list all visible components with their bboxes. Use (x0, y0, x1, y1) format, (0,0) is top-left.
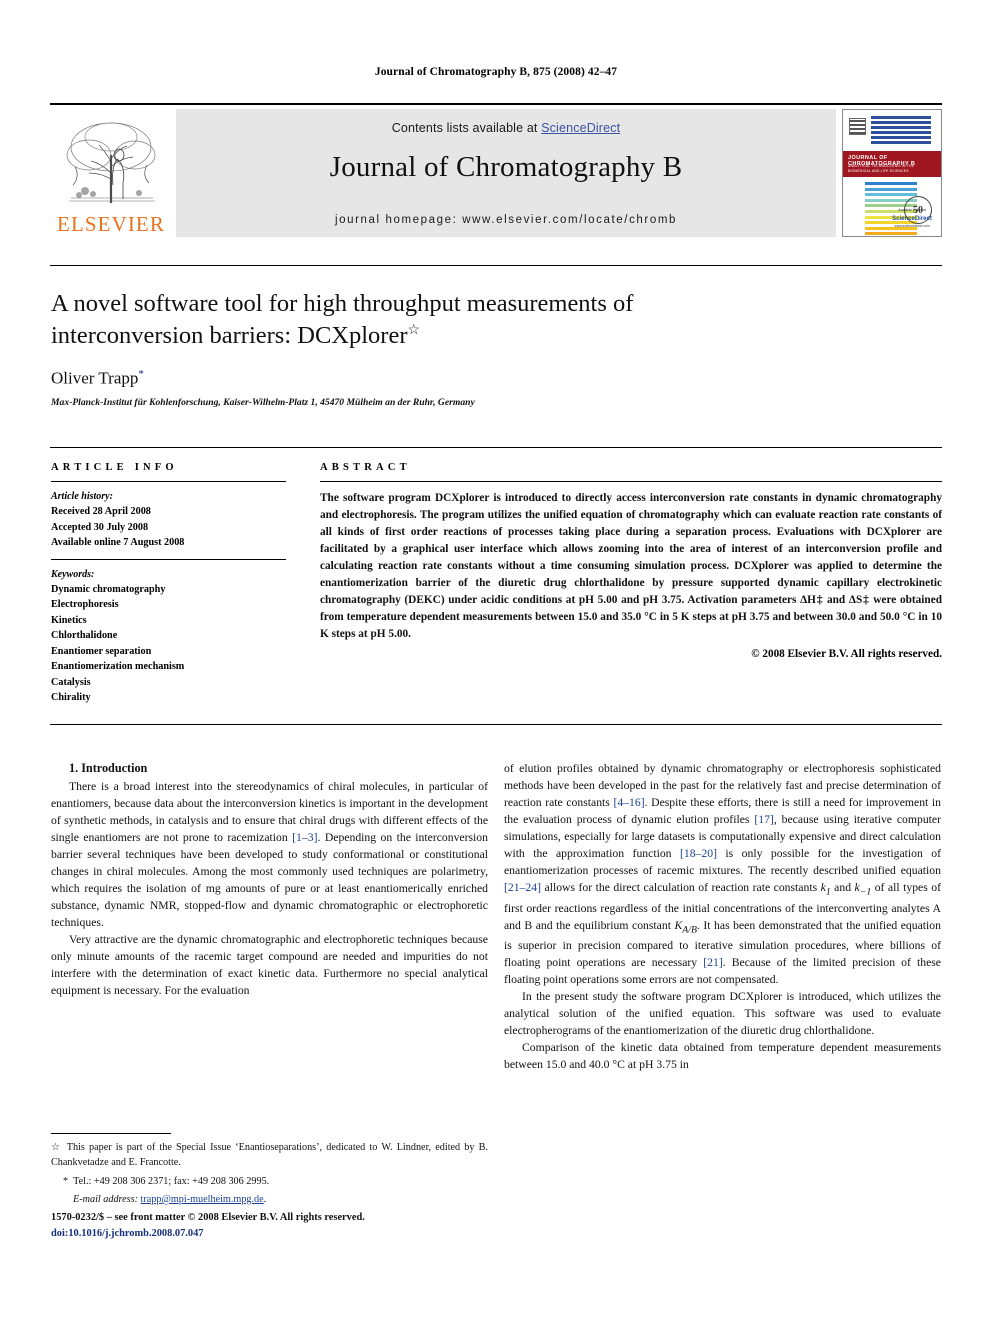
keyword-item: Dynamic chromatography (51, 583, 166, 595)
history-item: Received 28 April 2008 (51, 506, 151, 518)
author-name: Oliver Trapp* (51, 368, 144, 389)
cover-title-band: JOURNAL OF CHROMATOGRAPHY B ANALYTICAL T… (843, 151, 941, 177)
body-paragraph: In the present study the software progra… (504, 990, 941, 1038)
cover-foot-brand: ScienceDirect (892, 216, 932, 223)
keywords-rule (51, 558, 286, 560)
body-paragraph: There is a broad interest into the stere… (51, 779, 488, 929)
footnote-marker-asterisk: * (63, 1175, 69, 1187)
footnote-corresponding-author: * Tel.: +49 208 306 2371; fax: +49 208 30… (51, 1174, 488, 1189)
info-divider-top (50, 447, 942, 448)
cover-sciencedirect-footer: Available online at ScienceDirect www.sc… (889, 208, 935, 230)
contents-available-line: Contents lists available at ScienceDirec… (176, 121, 836, 135)
inline-variable: k−1 (854, 881, 872, 898)
article-info-heading: ARTICLE INFO (51, 462, 178, 473)
contents-prefix: Contents lists available at (391, 121, 542, 135)
footnote-marker-star: ☆ (51, 1142, 62, 1153)
citation-link[interactable]: [17] (754, 813, 773, 826)
imprint-block: 1570-0232/$ – see front matter © 2008 El… (51, 1210, 551, 1241)
elsevier-tree-icon (55, 115, 167, 213)
info-divider-bottom (50, 724, 942, 725)
email-address-label: E-mail address: (73, 1193, 138, 1205)
abstract-rule (320, 481, 942, 482)
journal-masthead: ELSEVIER Contents lists available at Sci… (50, 103, 942, 238)
running-head: Journal of Chromatography B, 875 (2008) … (374, 66, 618, 78)
inline-variable: KA/B (674, 918, 697, 935)
keywords-block: Keywords: Dynamic chromatography Electro… (51, 567, 286, 706)
abstract-copyright: © 2008 Elsevier B.V. All rights reserved… (751, 648, 942, 661)
elsevier-logo: ELSEVIER (50, 109, 172, 237)
keyword-item: Electrophoresis (51, 599, 119, 611)
abstract-text: The software program DCXplorer is introd… (320, 492, 942, 640)
footnote-email-line: E-mail address: trapp@mpi-muelheim.mpg.d… (51, 1192, 488, 1207)
section-heading-introduction: 1. Introduction (69, 761, 148, 775)
title-divider (50, 265, 942, 266)
inline-variable: k1 (820, 881, 831, 898)
body-paragraph: Very attractive are the dynamic chromato… (51, 932, 488, 997)
keyword-item: Chlorthalidone (51, 630, 118, 642)
abstract-column: ABSTRACT The software program DCXplorer … (320, 462, 942, 660)
cover-blue-bars (871, 116, 931, 146)
citation-link[interactable]: [4–16] (613, 796, 644, 809)
footnotes: ☆ This paper is part of the Special Issue… (51, 1140, 488, 1210)
body-paragraph: Comparison of the kinetic data obtained … (504, 1041, 941, 1072)
affiliation: Max-Planck-Institut für Kohlenforschung,… (51, 397, 475, 408)
citation-link[interactable]: [21] (703, 956, 722, 969)
abstract-heading: ABSTRACT (320, 462, 411, 473)
footnote-divider (51, 1133, 171, 1134)
article-info-rule (51, 481, 286, 482)
citation-link[interactable]: [1–3] (292, 831, 317, 844)
author-footnote-marker: * (138, 368, 144, 380)
cover-band-subtitle: ANALYTICAL TECHNOLOGIES IN THE BIOMEDICA… (848, 164, 915, 174)
journal-banner: Contents lists available at ScienceDirec… (176, 109, 836, 237)
keyword-item: Kinetics (51, 614, 87, 626)
history-item: Accepted 30 July 2008 (51, 521, 149, 533)
footnote-special-issue-text: This paper is part of the Special Issue … (51, 1142, 488, 1169)
cover-qr-icon (849, 118, 866, 135)
citation-link[interactable]: [21–24] (504, 881, 541, 894)
citation-link[interactable]: [18–20] (680, 847, 717, 860)
email-period: . (263, 1193, 267, 1205)
keywords-label: Keywords: (51, 568, 95, 580)
elsevier-wordmark: ELSEVIER (57, 212, 165, 236)
article-history: Article history: Received 28 April 2008 … (51, 489, 286, 551)
front-matter-line: 1570-0232/$ – see front matter © 2008 El… (51, 1212, 365, 1223)
title-footnote-marker: ☆ (407, 323, 421, 339)
sciencedirect-link[interactable]: ScienceDirect (541, 121, 620, 135)
email-link[interactable]: trapp@mpi-muelheim.mpg.de (141, 1194, 264, 1205)
paper-page: Journal of Chromatography B, 875 (2008) … (0, 0, 992, 1323)
keyword-item: Enantiomerization mechanism (51, 661, 185, 673)
page-title: A novel software tool for high throughpu… (51, 288, 731, 353)
author-text: Oliver Trapp (51, 368, 139, 388)
cover-foot-url: www.sciencedirect.com (894, 224, 930, 229)
keyword-item: Chirality (51, 692, 91, 704)
body-column-right: of elution profiles obtained by dynamic … (504, 760, 941, 1073)
footnote-contact-text: Tel.: +49 208 306 2371; fax: +49 208 306… (73, 1175, 270, 1187)
keyword-item: Enantiomer separation (51, 645, 152, 657)
keyword-item: Catalysis (51, 676, 91, 688)
body-column-left: 1. Introduction There is a broad interes… (51, 760, 488, 999)
journal-homepage-line: journal homepage: www.elsevier.com/locat… (334, 214, 678, 226)
journal-cover-thumbnail: JOURNAL OF CHROMATOGRAPHY B ANALYTICAL T… (842, 109, 942, 237)
doi-line: doi:10.1016/j.jchromb.2008.07.047 (51, 1227, 204, 1239)
article-info-column: ARTICLE INFO Article history: Received 2… (51, 462, 286, 706)
body-paragraph: of elution profiles obtained by dynamic … (504, 762, 941, 987)
article-title-text: A novel software tool for high throughpu… (51, 290, 634, 350)
history-item: Available online 7 August 2008 (51, 537, 185, 549)
footnote-special-issue: ☆ This paper is part of the Special Issue… (51, 1140, 488, 1171)
journal-title: Journal of Chromatography B (329, 151, 683, 183)
article-history-label: Article history: (51, 491, 113, 502)
